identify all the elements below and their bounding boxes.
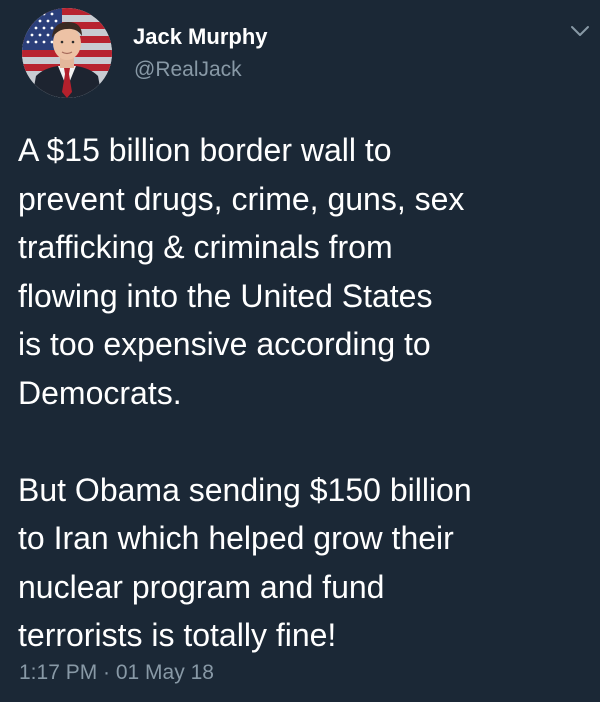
- tweet-text-line: But Obama sending $150 billion: [18, 471, 472, 508]
- tweet-text: A $15 billion border wall to prevent dru…: [18, 126, 588, 660]
- tweet-text-line: is too expensive according to: [18, 326, 431, 362]
- tweet-timestamp[interactable]: 1:17 PM · 01 May 18: [19, 660, 214, 686]
- tweet-text-line: terrorists is totally fine!: [18, 617, 337, 653]
- tweet-text-line: flowing into the United States: [18, 277, 433, 314]
- author-handle[interactable]: @RealJack: [134, 58, 242, 82]
- avatar-image: [22, 8, 112, 98]
- chevron-down-icon[interactable]: [570, 24, 590, 38]
- tweet-text-line: prevent drugs, crime, guns, sex: [18, 180, 465, 217]
- tweet-text-line: Democrats.: [18, 374, 182, 411]
- tweet-text-line: nuclear program and fund: [18, 568, 385, 605]
- author-avatar[interactable]: [22, 8, 112, 98]
- tweet-card: Jack Murphy @RealJack A $15 billion bord…: [0, 0, 600, 702]
- tweet-text-line: A $15 billion border wall to: [18, 132, 392, 168]
- tweet-text-line: trafficking & criminals from: [18, 229, 393, 265]
- author-display-name[interactable]: Jack Murphy: [133, 24, 268, 50]
- tweet-text-line: to Iran which helped grow their: [18, 520, 454, 556]
